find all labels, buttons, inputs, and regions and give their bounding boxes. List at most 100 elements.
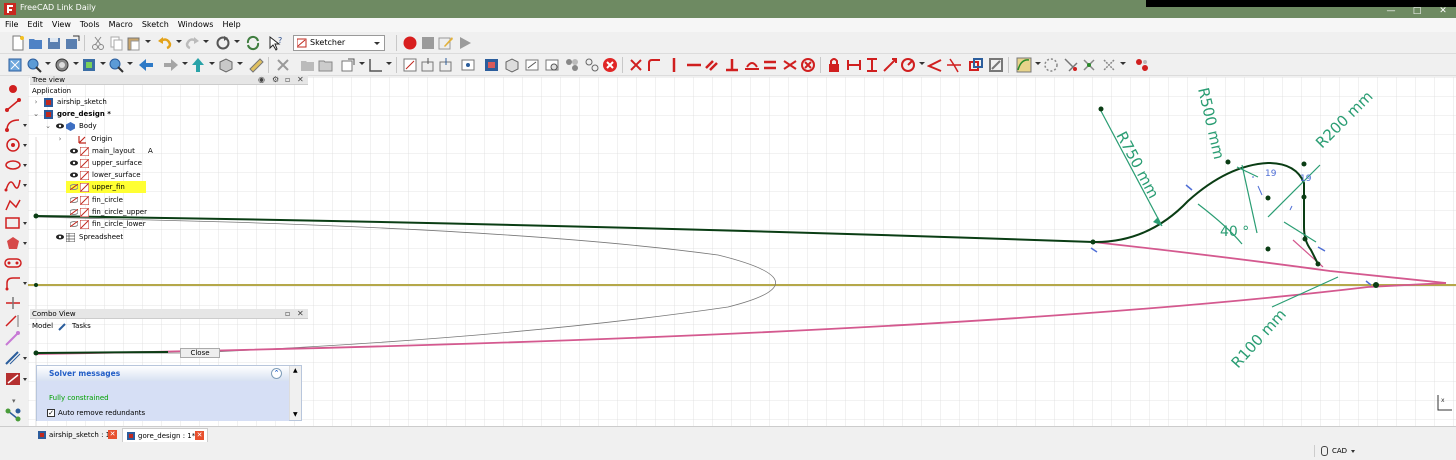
- axis-cross-icon[interactable]: [367, 57, 383, 73]
- combo-view-close-icon[interactable]: ✕: [297, 309, 304, 319]
- link-actions-icon[interactable]: [340, 57, 356, 73]
- mirror-sketch-icon[interactable]: [584, 57, 600, 73]
- menu-file[interactable]: File: [0, 18, 22, 29]
- tree-item-upper-surface[interactable]: upper_surface: [30, 157, 230, 169]
- doc-tab-airship-sketch[interactable]: airship_sketch : 1 ✕: [34, 428, 120, 442]
- macro-stop-icon[interactable]: [420, 35, 436, 51]
- select-elements-icon[interactable]: [1081, 57, 1097, 73]
- tree-view-settings-icon[interactable]: ⚙: [272, 75, 279, 85]
- close-window-button[interactable]: ✕: [1430, 5, 1456, 18]
- visibility-eye-icon[interactable]: [56, 234, 64, 240]
- hidden-eye-icon[interactable]: [70, 197, 78, 203]
- create-slot-icon[interactable]: [4, 255, 22, 271]
- doc-tab-close-icon[interactable]: ✕: [195, 431, 204, 440]
- menu-edit[interactable]: Edit: [22, 18, 47, 29]
- edit-sketch-icon[interactable]: [420, 57, 436, 73]
- save-as-icon[interactable]: [64, 35, 80, 51]
- tree-item-fin-circle[interactable]: fin_circle: [30, 194, 230, 206]
- menu-sketch[interactable]: Sketch: [137, 18, 173, 29]
- tree-item-spreadsheet[interactable]: Spreadsheet: [30, 231, 230, 243]
- tree-item-main-layout[interactable]: main_layout A: [30, 145, 230, 157]
- constrain-equal-icon[interactable]: [762, 57, 778, 73]
- view-up-arrow-icon[interactable]: [190, 57, 206, 73]
- solver-scrollbar[interactable]: ▲ ▼: [289, 366, 301, 420]
- sketcher-array-icon[interactable]: [1134, 57, 1150, 73]
- create-bspline-icon[interactable]: [4, 177, 22, 193]
- zoom-icon[interactable]: [108, 57, 124, 73]
- redo-icon[interactable]: [184, 35, 200, 51]
- refresh-recompute-icon[interactable]: [215, 35, 231, 51]
- tree-view-close-icon[interactable]: ✕: [297, 75, 304, 85]
- constrain-symmetric-icon[interactable]: [782, 57, 798, 73]
- constrain-point-on-object-icon[interactable]: [646, 57, 662, 73]
- tab-tasks[interactable]: Tasks: [72, 322, 91, 330]
- recompute-icon[interactable]: [245, 35, 261, 51]
- save-icon[interactable]: [46, 35, 62, 51]
- constrain-lock-icon[interactable]: [826, 57, 842, 73]
- constrain-vertical-icon[interactable]: [666, 57, 682, 73]
- doc-tab-gore-design[interactable]: gore_design : 1* ✕: [122, 428, 208, 442]
- menu-windows[interactable]: Windows: [173, 18, 218, 29]
- menu-view[interactable]: View: [47, 18, 75, 29]
- tree-view-float-icon[interactable]: ▫: [285, 75, 290, 85]
- collapse-chevron-icon[interactable]: ⌃: [271, 368, 282, 379]
- copy-icon[interactable]: [108, 35, 124, 51]
- constrain-radius-icon[interactable]: [900, 57, 916, 73]
- create-circle-icon[interactable]: [4, 137, 22, 153]
- open-folder-icon[interactable]: [28, 35, 44, 51]
- draw-style-icon[interactable]: [54, 57, 70, 73]
- create-point-icon[interactable]: [4, 81, 22, 97]
- validate-sketch-icon[interactable]: [544, 57, 560, 73]
- dimension-40-deg[interactable]: 40 °: [1220, 224, 1249, 240]
- constrain-distance-icon[interactable]: [882, 57, 898, 73]
- close-task-button[interactable]: Close: [180, 348, 220, 358]
- maximize-button[interactable]: □: [1404, 5, 1430, 18]
- whats-this-icon[interactable]: ?: [268, 35, 284, 51]
- tree-item-body[interactable]: ⌄ Body: [30, 120, 230, 132]
- view-sketch-icon[interactable]: [461, 57, 477, 73]
- fit-selection-icon[interactable]: [26, 57, 42, 73]
- leave-sketch-icon[interactable]: [438, 57, 454, 73]
- macro-run-icon[interactable]: [457, 35, 473, 51]
- tree-item-lower-surface[interactable]: lower_surface: [30, 169, 230, 181]
- constrain-parallel-icon[interactable]: [704, 57, 720, 73]
- reorient-sketch-icon[interactable]: [524, 57, 540, 73]
- workbench-selector[interactable]: Sketcher: [293, 35, 385, 51]
- new-document-icon[interactable]: [10, 35, 26, 51]
- trim-edge-icon[interactable]: [4, 295, 22, 311]
- toggle-active-icon[interactable]: [988, 57, 1004, 73]
- minimize-button[interactable]: —: [1378, 5, 1404, 18]
- visibility-eye-icon[interactable]: [70, 148, 78, 154]
- dimension-19-a[interactable]: 19: [1265, 169, 1277, 179]
- navigation-style-selector[interactable]: CAD: [1314, 445, 1360, 457]
- tree-item-upper-fin[interactable]: upper_fin: [66, 181, 146, 193]
- dimension-19-b[interactable]: 19: [1300, 174, 1312, 184]
- toolbar-more-icon[interactable]: ▾: [12, 397, 16, 405]
- macro-record-icon[interactable]: [402, 35, 418, 51]
- link-icon[interactable]: [275, 57, 291, 73]
- new-sketch-icon[interactable]: [402, 57, 418, 73]
- tree-item-gore-design[interactable]: ⌄ gore_design *: [30, 108, 230, 120]
- tree-item-fin-circle-upper[interactable]: fin_circle_upper: [30, 206, 230, 218]
- cut-icon[interactable]: [90, 35, 106, 51]
- constrain-horizontal-distance-icon[interactable]: [846, 57, 862, 73]
- hidden-eye-icon[interactable]: [70, 221, 78, 227]
- visibility-eye-icon[interactable]: [70, 160, 78, 166]
- bspline-tools-icon[interactable]: [1016, 57, 1032, 73]
- visibility-eye-icon[interactable]: [56, 123, 64, 129]
- doc-tab-close-icon[interactable]: ✕: [108, 430, 117, 439]
- auto-remove-checkbox[interactable]: ✓: [47, 409, 55, 417]
- view-forward-arrow-icon[interactable]: [163, 57, 179, 73]
- restore-internal-geometry-icon[interactable]: [1101, 57, 1117, 73]
- measure-icon[interactable]: [248, 57, 264, 73]
- select-redundant-icon[interactable]: [1063, 57, 1079, 73]
- constrain-tangent-icon[interactable]: [744, 57, 760, 73]
- toggle-construction-icon[interactable]: [4, 371, 22, 387]
- visibility-eye-icon[interactable]: [70, 172, 78, 178]
- menu-tools[interactable]: Tools: [75, 18, 104, 29]
- create-group-icon[interactable]: [318, 57, 334, 73]
- constrain-vertical-distance-icon[interactable]: [864, 57, 880, 73]
- menu-macro[interactable]: Macro: [104, 18, 137, 29]
- create-line-icon[interactable]: [4, 97, 22, 113]
- view-section-icon[interactable]: [484, 57, 500, 73]
